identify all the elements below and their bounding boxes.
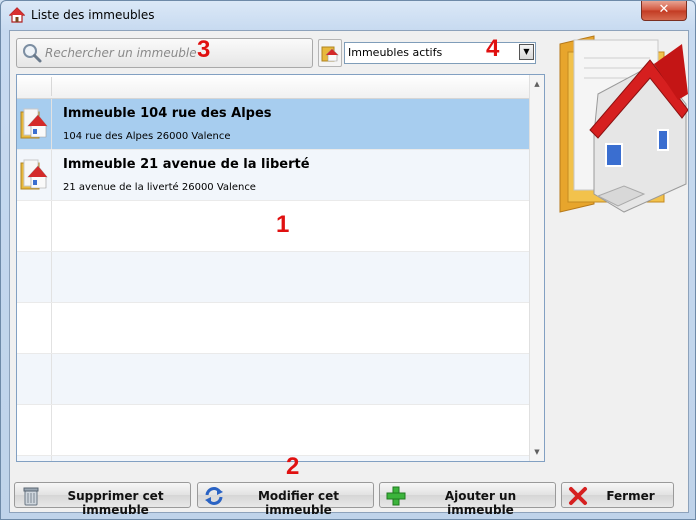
empty-row[interactable]	[17, 303, 529, 354]
empty-row[interactable]	[17, 354, 529, 405]
annotation-3: 3	[197, 36, 211, 63]
row-gutter	[51, 303, 52, 353]
dialog-body: Rechercher un immeuble Immeubles actifs …	[9, 30, 689, 517]
status-filter-select[interactable]: Immeubles actifs ▼	[344, 42, 536, 64]
building-folder-icon	[20, 159, 48, 190]
empty-row[interactable]	[17, 456, 529, 461]
annotation-4: 4	[486, 35, 500, 62]
recycle-bin-icon	[23, 487, 39, 506]
list-rows: Immeuble 104 rue des Alpes 104 rue des Al…	[17, 99, 529, 461]
add-building-label: Ajouter un immeuble	[444, 489, 517, 517]
row-gutter	[51, 354, 52, 404]
main-window: Liste des immeubles ✕ Rechercher un imme…	[0, 0, 696, 520]
empty-row[interactable]	[17, 252, 529, 303]
empty-row[interactable]	[17, 201, 529, 252]
building-list[interactable]: Immeuble 104 rue des Alpes 104 rue des Al…	[16, 74, 545, 462]
annotation-1: 1	[276, 211, 290, 238]
delete-building-label: Supprimer cet immeuble	[67, 489, 164, 517]
add-building-button[interactable]: Ajouter un immeuble	[379, 482, 556, 517]
window-close-button[interactable]: ✕	[641, 1, 687, 21]
header-separator	[51, 77, 52, 96]
building-name: Immeuble 21 avenue de la liberté	[63, 157, 310, 172]
row-gutter	[51, 201, 52, 251]
row-gutter	[51, 99, 52, 149]
window-title: Liste des immeubles	[31, 8, 155, 22]
building-address: 21 avenue de la liverté 26000 Valence	[63, 182, 256, 193]
delete-building-button[interactable]: Supprimer cet immeuble	[14, 482, 191, 517]
building-address: 104 rue des Alpes 26000 Valence	[63, 131, 231, 142]
row-gutter	[51, 456, 52, 461]
scroll-down-icon[interactable]: ▼	[530, 445, 544, 459]
row-gutter	[51, 150, 52, 200]
search-placeholder: Rechercher un immeuble	[45, 46, 197, 60]
empty-row[interactable]	[17, 405, 529, 456]
chevron-down-icon[interactable]: ▼	[519, 44, 534, 60]
house-icon	[9, 7, 25, 23]
building-row[interactable]: Immeuble 21 avenue de la liberté 21 avenu…	[17, 150, 529, 201]
magnifier-icon	[23, 44, 42, 63]
building-folder-illustration	[559, 35, 688, 213]
close-button[interactable]: Fermer	[561, 482, 674, 508]
refresh-arrows-icon	[205, 487, 223, 505]
building-folder-icon	[321, 46, 339, 62]
building-name: Immeuble 104 rue des Alpes	[63, 106, 272, 121]
green-plus-icon	[386, 486, 406, 506]
close-label: Fermer	[606, 489, 655, 503]
title-bar[interactable]: Liste des immeubles ✕	[1, 1, 695, 29]
list-header	[17, 75, 529, 99]
row-gutter	[51, 252, 52, 302]
building-row[interactable]: Immeuble 104 rue des Alpes 104 rue des Al…	[17, 99, 529, 150]
filter-icon-button[interactable]	[318, 39, 342, 67]
building-folder-icon	[20, 108, 48, 139]
vertical-scrollbar[interactable]: ▲ ▼	[529, 75, 544, 461]
status-filter-value: Immeubles actifs	[348, 46, 443, 59]
annotation-2: 2	[286, 453, 300, 480]
edit-building-label: Modifier cet immeuble	[257, 489, 339, 517]
search-input[interactable]: Rechercher un immeuble	[16, 38, 313, 68]
row-gutter	[51, 405, 52, 455]
red-x-icon	[569, 487, 587, 505]
edit-building-button[interactable]: Modifier cet immeuble	[197, 482, 374, 517]
scroll-up-icon[interactable]: ▲	[530, 77, 544, 91]
